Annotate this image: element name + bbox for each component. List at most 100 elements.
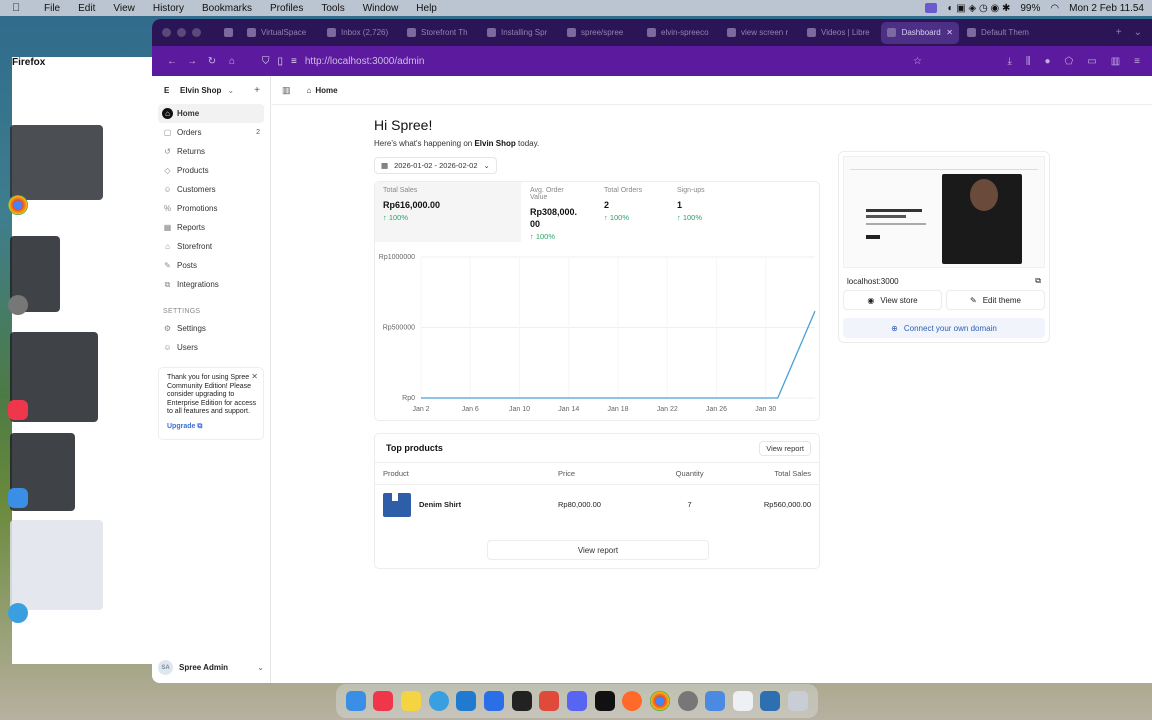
connect-domain-button[interactable]: ⊕ Connect your own domain [843,318,1045,338]
document-icon[interactable] [732,691,753,711]
edit-theme-button[interactable]: ✎ Edit theme [946,290,1045,310]
forward-icon[interactable]: → [182,56,202,67]
menu-bookmarks[interactable]: Bookmarks [202,3,252,14]
vscode-icon[interactable] [456,691,477,711]
reload-icon[interactable]: ↻ [202,56,222,67]
terminal-icon[interactable] [511,691,532,711]
sidebar-item-posts[interactable]: ✎ Posts [158,256,264,275]
sidebar-item-users[interactable]: ☺ Users [158,338,264,357]
menu-profiles[interactable]: Profiles [270,3,303,14]
apps-folder-icon[interactable] [760,691,781,711]
sidebar-item-promotions[interactable]: % Promotions [158,199,264,218]
copy-icon[interactable]: ⧉ [1035,276,1041,286]
minimize-window-button[interactable] [177,28,186,37]
firefox-icon[interactable] [622,691,643,711]
sidebar-item-customers[interactable]: ☺ Customers [158,180,264,199]
bookmark-star-icon[interactable]: ☆ [907,56,927,67]
library-icon[interactable]: ⫼ [1026,56,1031,67]
table-row[interactable]: Denim Shirt Rp80,000.00 7 Rp560,000.00 [375,485,819,524]
store-domain[interactable]: localhost:3000 [847,277,899,286]
url-text[interactable]: http://localhost:3000/admin [305,56,425,67]
trash-icon[interactable] [788,691,809,711]
notes-icon[interactable] [401,691,422,711]
close-tab-icon[interactable]: ✕ [946,28,953,37]
tab-spree-github[interactable]: spree/spree [561,22,639,44]
product-name[interactable]: Denim Shirt [419,500,461,509]
menu-edit[interactable]: Edit [78,3,95,14]
iterm-icon[interactable] [594,691,615,711]
menu-icon[interactable]: ≡ [1134,56,1140,67]
upgrade-link[interactable]: Upgrade ⧉ [167,423,257,432]
menu-help[interactable]: Help [416,3,437,14]
view-report-footer-button[interactable]: View report [487,540,709,560]
clock[interactable]: Mon 2 Feb 11.54 [1069,3,1144,14]
sidebar-item-home[interactable]: ⌂ Home [158,104,264,123]
extensions-icon[interactable]: ⬠ [1065,56,1074,67]
screenshot-icon[interactable]: ▭ [1087,56,1096,67]
close-window-button[interactable] [162,28,171,37]
back-icon[interactable]: ← [162,56,182,67]
status-icons[interactable]: ◐ ▣ ◈ ◷ ◉ ✱ [947,3,1010,14]
sidebar-item-products[interactable]: ◇ Products [158,161,264,180]
zoom-window-button[interactable] [192,28,201,37]
menu-view[interactable]: View [113,3,135,14]
tab-list-icon[interactable]: ⌄ [1134,27,1142,38]
finder-icon[interactable] [8,488,28,508]
tab-view-screen[interactable]: view screen r [721,22,799,44]
sidebar-item-reports[interactable]: ▦ Reports [158,218,264,237]
tab-dashboard[interactable]: Dashboard ✕ [881,21,959,44]
battery-percent[interactable]: 99% [1020,3,1040,14]
music-icon[interactable] [373,691,394,711]
sidebar-toggle-icon[interactable]: ▥ [282,85,291,96]
window-thumbnail[interactable] [10,520,103,610]
sidebar-item-orders[interactable]: ▢ Orders 2 [158,123,264,142]
safari-icon[interactable] [428,691,449,711]
profile-icon[interactable]: ● [1045,56,1051,67]
safari-icon[interactable] [8,603,28,623]
apple-icon[interactable]:  [12,2,26,14]
close-icon[interactable]: ✕ [251,372,258,382]
tab-virtualspace[interactable]: VirtualSpace [241,22,319,44]
finder-icon[interactable] [345,691,366,711]
screen-share-icon[interactable] [925,3,938,13]
breadcrumb[interactable]: ⌂ Home [307,86,338,95]
chrome-icon[interactable] [649,691,670,711]
mosaic-icon[interactable] [539,691,560,711]
sidebar-item-returns[interactable]: ↺ Returns [158,142,264,161]
view-store-button[interactable]: ◉ View store [843,290,942,310]
downloads-icon[interactable]: ⤓ [1007,56,1011,67]
sidebar-item-storefront[interactable]: ⌂ Storefront [158,237,264,256]
view-report-button[interactable]: View report [759,440,811,456]
add-icon[interactable]: + [254,85,260,96]
discord-icon[interactable] [566,691,587,711]
shield-icon[interactable]: ⛉ [262,56,270,67]
chrome-icon[interactable] [8,195,28,215]
settings-icon[interactable] [8,295,28,315]
window-thumbnail[interactable] [10,125,103,200]
tab-installing[interactable]: Installing Spr [481,22,559,44]
tab-videos[interactable]: Videos | Libre [801,22,879,44]
page-icon[interactable]: ▯ [278,56,284,67]
stat-total-sales[interactable]: Total Sales Rp616,000.00 ↑ 100% [375,182,521,242]
app-store-icon[interactable] [484,691,505,711]
tab-storefront[interactable]: Storefront Th [401,22,479,44]
menu-tools[interactable]: Tools [321,3,344,14]
tab-pinned[interactable] [217,22,239,44]
sidebar-item-integrations[interactable]: ⧉ Integrations [158,275,264,294]
menu-window[interactable]: Window [363,3,399,14]
url-bar[interactable]: ⛉ ▯ ≡ http://localhost:3000/admin [262,56,907,67]
sidebar-item-settings[interactable]: ⚙ Settings [158,319,264,338]
user-menu[interactable]: SA Spree Admin ⌄ [158,660,264,675]
stat-signups[interactable]: Sign-ups 1 ↑ 100% [669,182,739,242]
sidebar-toggle-icon[interactable]: ▥ [1111,56,1120,67]
date-range-picker[interactable]: ▦ 2026-01-02 - 2026-02-02 ⌄ [374,157,497,174]
stat-avg-order-value[interactable]: Avg. Order Value Rp308,000.00 ↑ 100% [522,182,588,242]
settings-icon[interactable] [677,691,698,711]
new-tab-icon[interactable]: + [1116,27,1122,38]
home-icon[interactable]: ⌂ [222,56,242,67]
tab-elvin-github[interactable]: elvin-spreeco [641,22,719,44]
menu-file[interactable]: File [44,3,60,14]
permissions-icon[interactable]: ≡ [291,56,297,67]
stat-total-orders[interactable]: Total Orders 2 ↑ 100% [596,182,666,242]
wifi-icon[interactable]: ◠ [1050,3,1059,14]
